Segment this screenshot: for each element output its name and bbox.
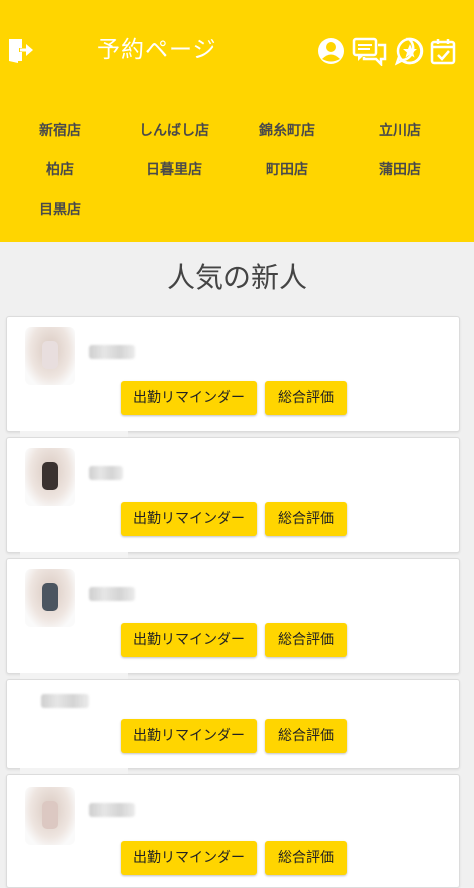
- remind-button[interactable]: 出勤リマインダー: [121, 719, 257, 753]
- account-icon[interactable]: [316, 36, 346, 66]
- newcomer-name[interactable]: [89, 345, 135, 359]
- newcomer-card: 出勤リマインダー 総合評価: [6, 316, 460, 432]
- avatar[interactable]: [25, 448, 75, 506]
- store-link-shinjuku[interactable]: 新宿店: [0, 120, 120, 140]
- avatar[interactable]: [25, 569, 75, 627]
- store-link-meguro[interactable]: 目黒店: [0, 199, 120, 219]
- newcomer-card: 出勤リマインダー 総合評価: [6, 558, 460, 674]
- remind-button[interactable]: 出勤リマインダー: [121, 841, 257, 875]
- review-button[interactable]: 総合評価: [265, 381, 347, 415]
- newcomer-card: 出勤リマインダー 総合評価: [6, 437, 460, 553]
- review-button[interactable]: 総合評価: [265, 719, 347, 753]
- store-link-machida[interactable]: 町田店: [227, 159, 347, 179]
- newcomer-name[interactable]: [89, 803, 135, 817]
- page-title: 予約ページ: [97, 37, 217, 63]
- review-button[interactable]: 総合評価: [265, 623, 347, 657]
- avatar[interactable]: [25, 327, 75, 385]
- favorite-star-icon[interactable]: [394, 36, 424, 66]
- header-bar: 予約ページ 新宿店 しんばし店 錦糸町店 立川店 柏店 日暮里店 町田店 蒲田店…: [0, 0, 474, 242]
- store-link-kinshicho[interactable]: 錦糸町店: [227, 120, 347, 140]
- store-link-nippori[interactable]: 日暮里店: [114, 159, 234, 179]
- store-link-kamata[interactable]: 蒲田店: [340, 159, 460, 179]
- section-title: 人気の新人: [166, 261, 307, 294]
- newcomer-name[interactable]: [89, 466, 123, 480]
- avatar[interactable]: [25, 787, 75, 845]
- store-link-kashiwa[interactable]: 柏店: [0, 159, 120, 179]
- remind-button[interactable]: 出勤リマインダー: [121, 502, 257, 536]
- chat-icon[interactable]: [352, 36, 388, 66]
- newcomer-name[interactable]: [89, 587, 135, 601]
- calendar-check-icon[interactable]: [428, 36, 458, 66]
- remind-button[interactable]: 出勤リマインダー: [121, 381, 257, 415]
- logout-icon[interactable]: [8, 36, 34, 64]
- remind-button[interactable]: 出勤リマインダー: [121, 623, 257, 657]
- review-button[interactable]: 総合評価: [265, 841, 347, 875]
- newcomer-card: 出勤リマインダー 総合評価: [6, 774, 460, 888]
- newcomer-name[interactable]: [41, 694, 89, 708]
- newcomer-card: 出勤リマインダー 総合評価: [6, 679, 460, 769]
- store-link-tachikawa[interactable]: 立川店: [340, 120, 460, 140]
- store-link-shinbashi[interactable]: しんばし店: [114, 120, 234, 140]
- review-button[interactable]: 総合評価: [265, 502, 347, 536]
